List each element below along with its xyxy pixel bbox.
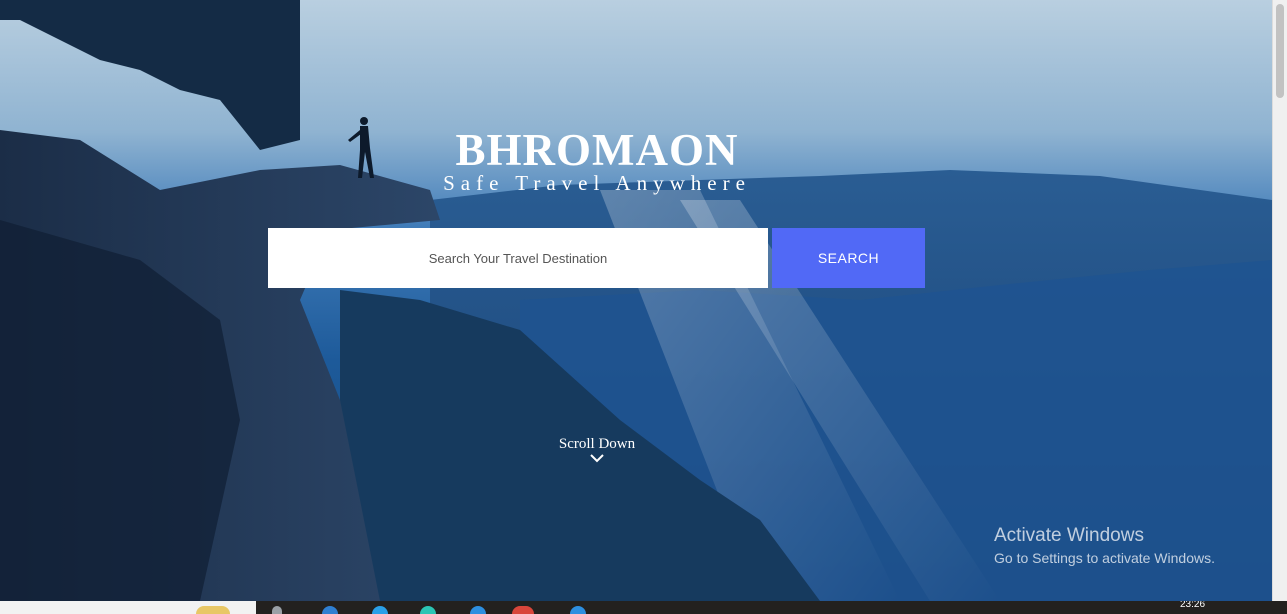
vscode-icon[interactable] — [470, 606, 486, 614]
brand-block: BHROMAON Safe Travel Anywhere — [440, 125, 754, 195]
scroll-down-link[interactable]: Scroll Down — [547, 436, 647, 463]
app-icon[interactable] — [420, 606, 436, 614]
search-input[interactable] — [268, 228, 768, 288]
file-explorer-icon[interactable] — [372, 606, 388, 614]
search-button[interactable]: SEARCH — [772, 228, 925, 288]
taskbar: 23:26 — [0, 601, 1287, 614]
chrome-icon[interactable] — [512, 606, 534, 614]
watermark-title: Activate Windows — [994, 525, 1144, 546]
background-landscape — [0, 0, 1272, 601]
chevron-down-icon — [590, 454, 604, 463]
activate-windows-watermark: Activate Windows Go to Settings to activ… — [994, 524, 1215, 568]
cortana-icon[interactable] — [196, 606, 230, 614]
watermark-subtitle: Go to Settings to activate Windows. — [994, 550, 1215, 566]
vertical-scrollbar[interactable] — [1272, 0, 1287, 601]
scroll-down-label: Scroll Down — [558, 436, 636, 452]
store-icon[interactable] — [570, 606, 586, 614]
taskbar-clock[interactable]: 23:26 — [1180, 601, 1205, 610]
taskbar-search-area[interactable] — [0, 601, 256, 614]
task-view-icon[interactable] — [272, 606, 282, 614]
hero-banner: BHROMAON Safe Travel Anywhere SEARCH Scr… — [0, 0, 1272, 601]
edge-icon[interactable] — [322, 606, 338, 614]
scrollbar-thumb[interactable] — [1276, 4, 1284, 98]
brand-title: BHROMAON — [455, 125, 739, 175]
brand-tagline: Safe Travel Anywhere — [443, 171, 751, 195]
